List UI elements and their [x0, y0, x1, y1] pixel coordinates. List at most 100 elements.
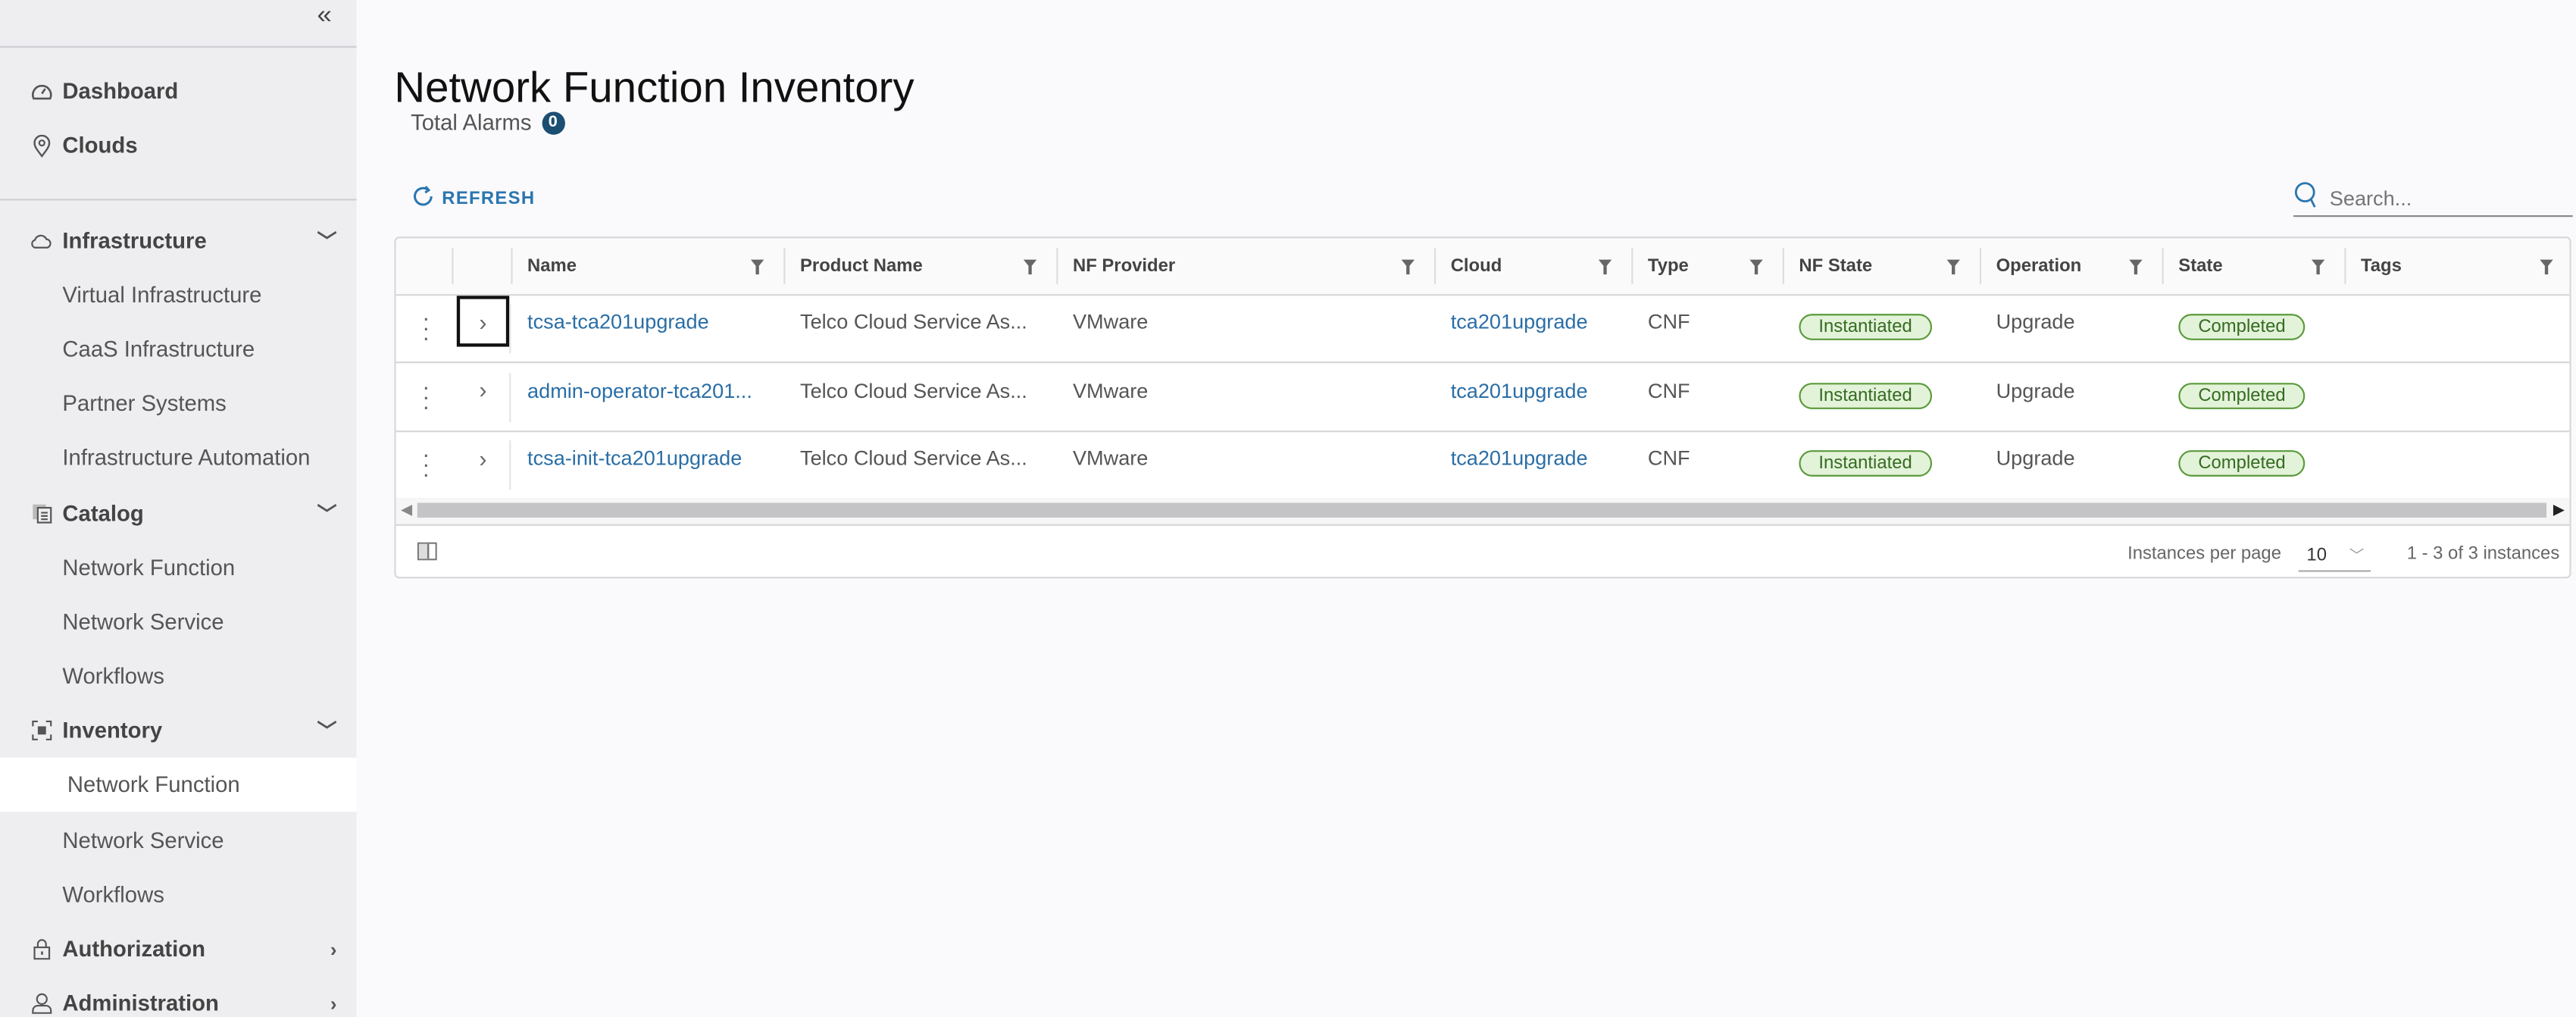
filter-icon[interactable]	[1023, 259, 1037, 275]
per-page-value: 10	[2306, 544, 2327, 565]
grid-footer: Instances per page 10 ﹀ 1 - 3 of 3 insta…	[396, 526, 2570, 577]
table-row[interactable]: · · · › tcsa-init-tca201upgrade Telco Cloud…	[395, 430, 2570, 500]
type-cell-text: CNF	[1647, 310, 1690, 334]
horizontal-scrollbar[interactable]: ◀ ▶	[395, 498, 2570, 526]
column-header[interactable]: State	[2162, 238, 2345, 294]
filter-icon[interactable]	[2311, 259, 2325, 275]
nav-catalog[interactable]: Catalog ﹀	[0, 487, 357, 541]
nav-label: Infrastructure	[62, 228, 207, 253]
nav-label: Network Service	[62, 828, 224, 853]
operation-cell-text: Upgrade	[1996, 446, 2075, 471]
nav-virtual-infrastructure[interactable]: Virtual Infrastructure	[0, 268, 357, 322]
search-input[interactable]	[2326, 184, 2563, 211]
column-toggle-icon[interactable]	[417, 541, 437, 564]
filter-icon[interactable]	[1401, 259, 1415, 275]
refresh-label: REFRESH	[442, 189, 536, 209]
row-expand-chevron-icon[interactable]: ›	[457, 432, 509, 483]
cloud-link[interactable]: tca201upgrade	[1451, 311, 1588, 333]
filter-icon[interactable]	[2540, 259, 2553, 275]
column-header[interactable]: Cloud	[1434, 238, 1631, 294]
scroll-left-icon[interactable]: ◀	[401, 501, 412, 519]
cell-state: Completed	[2162, 430, 2345, 498]
nav-administration[interactable]: Administration ›	[0, 976, 357, 1017]
scrollbar-thumb[interactable]	[417, 502, 2547, 518]
column-header[interactable]: Name	[511, 238, 783, 294]
column-header[interactable]: Operation	[1979, 238, 2162, 294]
row-actions-icon[interactable]: · · ·	[422, 305, 430, 348]
cell-state: Completed	[2162, 294, 2345, 361]
name-link[interactable]: tcsa-tca201upgrade	[527, 311, 709, 333]
nav-catalog-network-function[interactable]: Network Function	[0, 540, 357, 595]
filter-icon[interactable]	[2129, 259, 2143, 275]
nav-dashboard[interactable]: Dashboard	[0, 64, 357, 119]
column-header[interactable]: Type	[1631, 238, 1782, 294]
nav-label: Virtual Infrastructure	[62, 282, 262, 308]
cloud-link[interactable]: tca201upgrade	[1451, 447, 1588, 470]
nav-infrastructure[interactable]: Infrastructure ﹀	[0, 214, 357, 268]
product-cell-text: Telco Cloud Service As...	[800, 378, 1027, 402]
nav-clouds[interactable]: Clouds	[0, 118, 357, 173]
name-link[interactable]: tcsa-init-tca201upgrade	[527, 447, 742, 470]
nav-label: Network Service	[62, 609, 224, 635]
row-expand-chevron-icon[interactable]: ›	[457, 364, 509, 415]
nav-inventory-network-function[interactable]: Network Function	[0, 757, 357, 812]
type-cell-text: CNF	[1647, 446, 1690, 471]
column-header[interactable]: Tags	[2344, 238, 2569, 294]
filter-icon[interactable]	[1946, 259, 1960, 275]
nav-infrastructure-automation[interactable]: Infrastructure Automation	[0, 430, 357, 485]
nav-catalog-workflows[interactable]: Workflows	[0, 649, 357, 704]
column-label: Product Name	[800, 256, 923, 277]
name-link[interactable]: admin-operator-tca201...	[527, 379, 752, 402]
filter-icon[interactable]	[1749, 259, 1763, 275]
search-box[interactable]	[2293, 181, 2573, 217]
row-actions-icon[interactable]: · · ·	[422, 374, 430, 416]
nav-authorization[interactable]: Authorization ›	[0, 922, 357, 976]
header-expand	[452, 238, 511, 294]
state-badge: Completed	[2178, 450, 2306, 477]
cell-cloud: tca201upgrade	[1434, 294, 1631, 361]
nav-catalog-network-service[interactable]: Network Service	[0, 595, 357, 649]
nav-inventory-network-service[interactable]: Network Service	[0, 813, 357, 868]
cell-state: Completed	[2162, 362, 2345, 430]
nav-inventory-workflows[interactable]: Workflows	[0, 868, 357, 922]
collapse-sidebar-icon[interactable]: «	[317, 2, 332, 31]
nav-partner-systems[interactable]: Partner Systems	[0, 377, 357, 431]
inventory-icon	[30, 720, 52, 741]
dashboard-icon	[30, 81, 52, 101]
column-header[interactable]: NF Provider	[1056, 238, 1434, 294]
refresh-button[interactable]: REFRESH	[411, 184, 535, 214]
column-header[interactable]: Product Name	[783, 238, 1056, 294]
cell-operation: Upgrade	[1980, 362, 2162, 430]
chevron-right-icon: ›	[330, 937, 337, 961]
cell-tags	[2344, 430, 2569, 498]
pagination-range: 1 - 3 of 3 instances	[2406, 543, 2560, 563]
cell-provider: VMware	[1056, 294, 1434, 361]
column-label: Type	[1647, 256, 1689, 277]
table-row[interactable]: · · · › admin-operator-tca201... Telco Clou…	[395, 362, 2570, 432]
column-label: Tags	[2360, 256, 2402, 277]
filter-icon[interactable]	[750, 259, 764, 275]
nav-label: CaaS Infrastructure	[62, 336, 255, 362]
refresh-icon	[411, 184, 436, 214]
cell-cloud: tca201upgrade	[1434, 430, 1631, 498]
per-page-label: Instances per page	[2127, 543, 2281, 563]
column-label: Operation	[1996, 256, 2082, 277]
cell-nf-state: Instantiated	[1783, 430, 1980, 498]
alarms-label: Total Alarms	[411, 110, 532, 135]
nav-inventory[interactable]: Inventory ﹀	[0, 703, 357, 758]
row-actions-icon[interactable]: · · ·	[422, 442, 430, 484]
cloud-link[interactable]: tca201upgrade	[1451, 379, 1588, 402]
column-header[interactable]: NF State	[1782, 238, 1980, 294]
filter-icon[interactable]	[1598, 259, 1612, 275]
nav-label: Catalog	[62, 501, 144, 526]
alarms-count-badge[interactable]: 0	[541, 111, 564, 134]
cell-tags	[2344, 362, 2569, 430]
table-row[interactable]: · · · › tcsa-tca201upgrade Telco Cloud Serv…	[395, 294, 2570, 364]
per-page-select[interactable]: 10 ﹀	[2298, 539, 2371, 572]
scroll-right-icon[interactable]: ▶	[2553, 501, 2565, 519]
column-label: Cloud	[1450, 256, 1502, 277]
row-expand-chevron-icon[interactable]: ›	[456, 296, 510, 347]
nav-caas-infrastructure[interactable]: CaaS Infrastructure	[0, 322, 357, 377]
cell-name: tcsa-init-tca201upgrade	[511, 430, 783, 498]
type-cell-text: CNF	[1647, 378, 1690, 402]
